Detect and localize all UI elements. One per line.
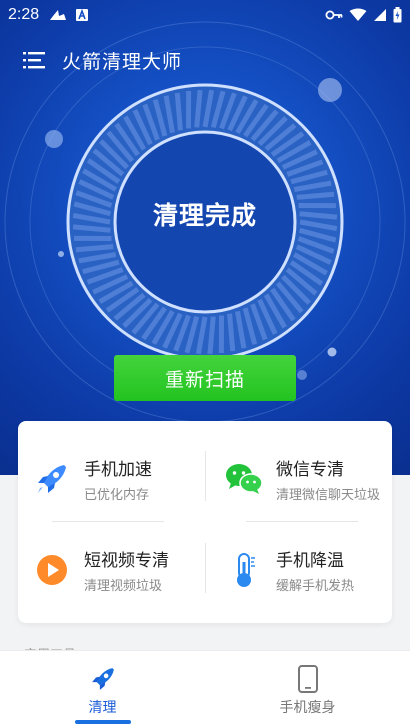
nav-active-indicator — [74, 720, 131, 724]
feature-card: 手机加速 已优化内存 微信专清 清理微信聊天垃圾 短视频专清 清理视频垃圾 手机… — [18, 421, 392, 623]
ring-tick — [227, 313, 236, 352]
nav-label: 清理 — [88, 700, 117, 716]
key-icon — [325, 10, 343, 20]
status-time: 2:28 — [8, 6, 40, 23]
feature-subtitle: 清理视频垃圾 — [84, 579, 163, 594]
divider — [246, 521, 358, 522]
battery-icon — [393, 7, 402, 23]
nav-label: 手机瘦身 — [279, 700, 336, 716]
menu-icon — [23, 52, 45, 69]
app-title: 火箭清理大师 — [62, 50, 183, 73]
rescan-button[interactable]: 重新扫描 — [114, 355, 296, 401]
rocket-icon — [32, 459, 72, 499]
nav-item-phone-slim[interactable]: 手机瘦身 — [205, 651, 410, 728]
hero-background: 2:28 火箭清理大师 清理完成 重新扫描 — [0, 0, 410, 475]
rocket-icon — [91, 668, 114, 690]
status-bar: 2:28 — [0, 0, 410, 30]
feature-short-video-clean[interactable]: 短视频专清 清理视频垃圾 — [32, 546, 169, 594]
feature-title: 手机加速 — [84, 460, 152, 480]
ring-tick — [299, 211, 338, 220]
dock-icon — [50, 10, 67, 20]
wifi-icon — [349, 8, 367, 21]
clean-status-text: 清理完成 — [152, 201, 257, 230]
text-a-icon — [76, 8, 89, 21]
phone-icon — [297, 665, 318, 693]
wechat-icon — [224, 459, 264, 499]
signal-icon — [374, 9, 386, 21]
feature-subtitle: 缓解手机发热 — [276, 579, 355, 594]
thermometer-icon — [224, 550, 264, 590]
ring-tick — [75, 244, 114, 253]
feature-subtitle: 清理微信聊天垃圾 — [276, 488, 381, 503]
feature-title: 短视频专清 — [84, 551, 169, 571]
ring-tick — [207, 316, 216, 355]
feature-title: 微信专清 — [276, 460, 344, 480]
feature-phone-boost[interactable]: 手机加速 已优化内存 — [32, 455, 152, 503]
feature-title: 手机降温 — [276, 551, 344, 571]
feature-phone-cooling[interactable]: 手机降温 缓解手机发热 — [224, 546, 354, 594]
ring-tick — [174, 92, 183, 131]
app-bar: 火箭清理大师 — [0, 40, 410, 80]
divider — [205, 543, 206, 593]
divider — [205, 451, 206, 501]
feature-wechat-clean[interactable]: 微信专清 清理微信聊天垃圾 — [224, 455, 380, 503]
divider — [52, 521, 164, 522]
nav-item-clean[interactable]: 清理 — [0, 651, 205, 728]
play-icon — [32, 550, 72, 590]
bottom-nav: 清理 手机瘦身 — [0, 650, 410, 728]
ring-tick — [194, 89, 203, 128]
feature-subtitle: 已优化内存 — [84, 488, 150, 503]
menu-button[interactable] — [14, 40, 54, 80]
